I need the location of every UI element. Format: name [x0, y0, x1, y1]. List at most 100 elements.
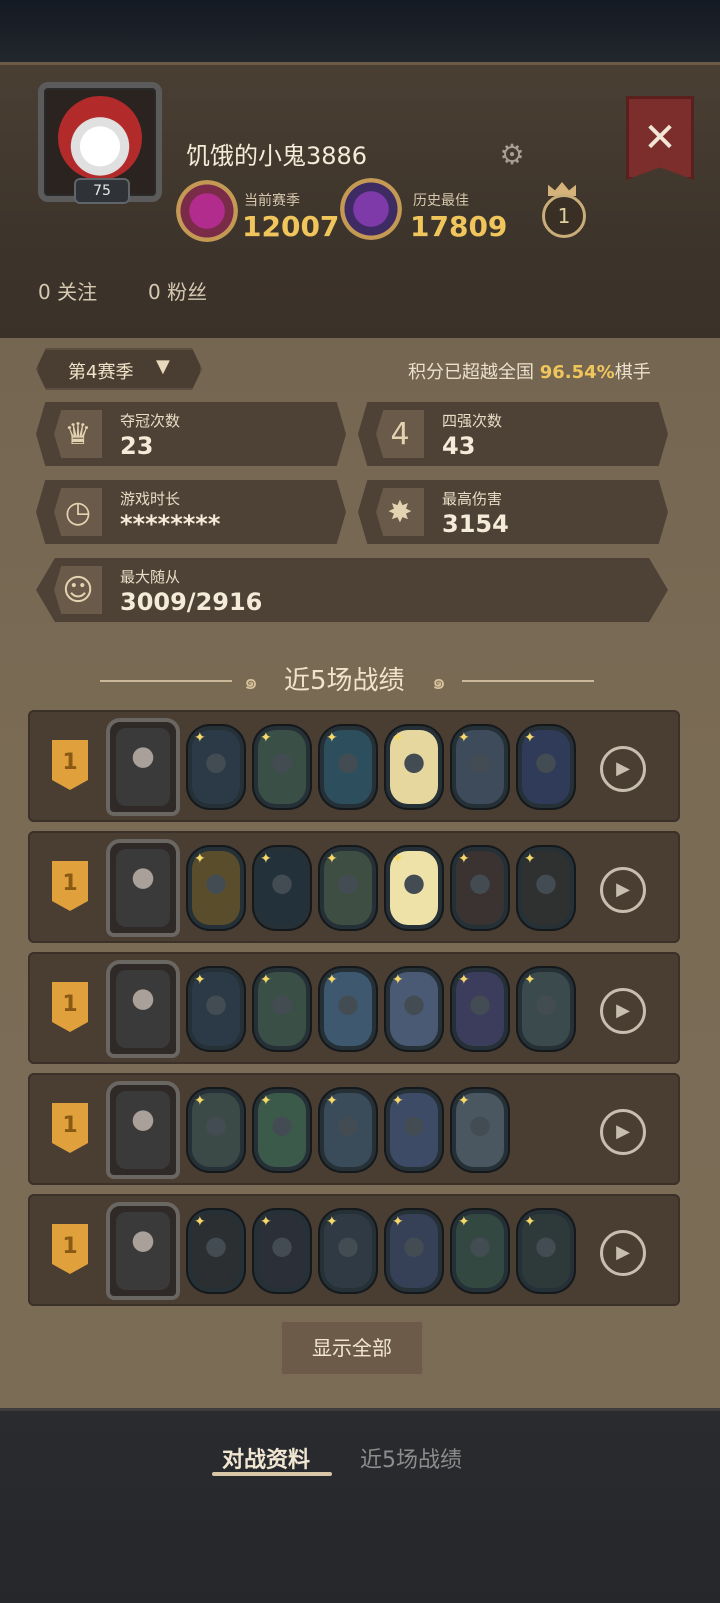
tab-recent-matches[interactable]: 近5场战绩 [360, 1442, 462, 1474]
unit-card[interactable]: ✦ [450, 1208, 510, 1294]
unit-card[interactable]: ✦ [384, 724, 444, 810]
unit-card[interactable]: ✦ [252, 1208, 312, 1294]
star-icon: ✦ [260, 851, 272, 867]
star-icon: ✦ [392, 851, 404, 867]
star-icon: ✦ [326, 1093, 338, 1109]
stat-value: ******** [120, 510, 221, 538]
unit-card[interactable]: ✦ [384, 966, 444, 1052]
star-icon: ✦ [326, 972, 338, 988]
match-row[interactable]: 1 ✦ ✦ ✦ ✦ ✦ ✦ ▶ [28, 1194, 680, 1306]
stat-card-champion: ♛ 夺冠次数 23 [36, 402, 346, 466]
unit-card[interactable]: ✦ [516, 845, 576, 931]
unit-card[interactable]: ✦ [186, 845, 246, 931]
unit-card[interactable]: ✦ [318, 845, 378, 931]
tab-battle-data[interactable]: 对战资料 [222, 1442, 310, 1474]
replay-icon[interactable]: ▶ [600, 867, 646, 913]
match-row[interactable]: 1 ✦ ✦ ✦ ✦ ✦ ✦ ▶ [28, 952, 680, 1064]
stat-title: 夺冠次数 [120, 412, 181, 430]
chevron-down-icon: ▼ [156, 356, 170, 377]
star-icon: ✦ [326, 851, 338, 867]
player-name: 饥饿的小鬼3886 [186, 142, 368, 170]
unit-card[interactable]: ✦ [516, 966, 576, 1052]
unit-card[interactable]: ✦ [384, 1208, 444, 1294]
current-season-badge-icon [176, 180, 238, 242]
hero-portrait[interactable] [106, 1081, 180, 1179]
replay-icon[interactable]: ▶ [600, 1230, 646, 1276]
unit-card[interactable]: ✦ [318, 966, 378, 1052]
fans-count[interactable]: 0 粉丝 [148, 276, 207, 305]
unit-card[interactable]: ✦ [318, 724, 378, 810]
stat-value: 43 [442, 432, 476, 460]
unit-card[interactable]: ✦ [318, 1087, 378, 1173]
season-dropdown[interactable]: 第4赛季 ▼ [36, 348, 202, 390]
bottom-tab-bar [0, 1408, 720, 1603]
match-row[interactable]: 1 ✦ ✦ ✦ ✦ ✦ ✦ ▶ [28, 710, 680, 822]
unit-card[interactable]: ✦ [450, 845, 510, 931]
best-score-value: 17809 [410, 210, 508, 243]
best-score-label: 历史最佳 [413, 193, 469, 209]
gear-icon[interactable]: ⚙ [497, 140, 527, 170]
unit-card[interactable]: ✦ [252, 966, 312, 1052]
match-row[interactable]: 1 ✦ ✦ ✦ ✦ ✦ ▶ [28, 1073, 680, 1185]
replay-icon[interactable]: ▶ [600, 988, 646, 1034]
star-icon: ✦ [260, 972, 272, 988]
unit-card[interactable]: ✦ [252, 845, 312, 931]
star-icon: ✦ [194, 1214, 206, 1230]
follow-count[interactable]: 0 关注 [38, 276, 97, 305]
stat-title: 四强次数 [442, 412, 503, 430]
unit-card[interactable]: ✦ [252, 724, 312, 810]
avatar[interactable]: 75 [38, 82, 162, 204]
crown-icon: ♛ [54, 410, 102, 458]
top4-icon: 4 [376, 410, 424, 458]
unit-card[interactable]: ✦ [384, 845, 444, 931]
player-level: 75 [74, 178, 130, 204]
star-icon: ✦ [524, 730, 536, 746]
placement-badge: 1 [52, 982, 88, 1032]
star-icon: ✦ [392, 1093, 404, 1109]
stat-card-playtime: ◷ 游戏时长 ******** [36, 480, 346, 544]
unit-card[interactable]: ✦ [516, 1208, 576, 1294]
match-row[interactable]: 1 ✦ ✦ ✦ ✦ ✦ ✦ ▶ [28, 831, 680, 943]
close-button[interactable]: ✕ [626, 96, 694, 180]
rank-percent: 96.54% [539, 362, 615, 383]
rank-medal[interactable]: 1 [542, 194, 586, 238]
swirl-icon: ๑ [432, 670, 446, 695]
hero-portrait[interactable] [106, 839, 180, 937]
unit-card[interactable]: ✦ [186, 1208, 246, 1294]
hero-portrait[interactable] [106, 960, 180, 1058]
hero-portrait[interactable] [106, 718, 180, 816]
unit-card[interactable]: ✦ [516, 724, 576, 810]
unit-card[interactable]: ✦ [450, 966, 510, 1052]
hero-portrait-art [116, 1212, 170, 1290]
star-icon: ✦ [326, 1214, 338, 1230]
star-icon: ✦ [194, 972, 206, 988]
hero-portrait[interactable] [106, 1202, 180, 1300]
star-icon: ✦ [392, 972, 404, 988]
replay-icon[interactable]: ▶ [600, 1109, 646, 1155]
best-season-badge-icon [340, 178, 402, 240]
stat-value: 23 [120, 432, 154, 460]
replay-icon[interactable]: ▶ [600, 746, 646, 792]
unit-card[interactable]: ✦ [186, 724, 246, 810]
divider-right [462, 680, 594, 682]
hero-portrait-art [116, 728, 170, 806]
damage-icon: ✸ [376, 488, 424, 536]
clock-icon: ◷ [54, 488, 102, 536]
unit-card[interactable]: ✦ [318, 1208, 378, 1294]
swirl-icon: ๑ [244, 670, 258, 695]
unit-card[interactable]: ✦ [384, 1087, 444, 1173]
unit-card[interactable]: ✦ [450, 724, 510, 810]
star-icon: ✦ [260, 1214, 272, 1230]
unit-card[interactable]: ✦ [252, 1087, 312, 1173]
star-icon: ✦ [524, 851, 536, 867]
star-icon: ✦ [458, 730, 470, 746]
show-all-button[interactable]: 显示全部 [280, 1320, 424, 1376]
unit-card[interactable]: ✦ [186, 1087, 246, 1173]
stat-title: 最大随从 [120, 568, 181, 586]
season-label: 第4赛季 [68, 362, 134, 383]
star-icon: ✦ [194, 851, 206, 867]
unit-card[interactable]: ✦ [186, 966, 246, 1052]
avatar-face [58, 96, 142, 180]
divider-left [100, 680, 232, 682]
unit-card[interactable]: ✦ [450, 1087, 510, 1173]
